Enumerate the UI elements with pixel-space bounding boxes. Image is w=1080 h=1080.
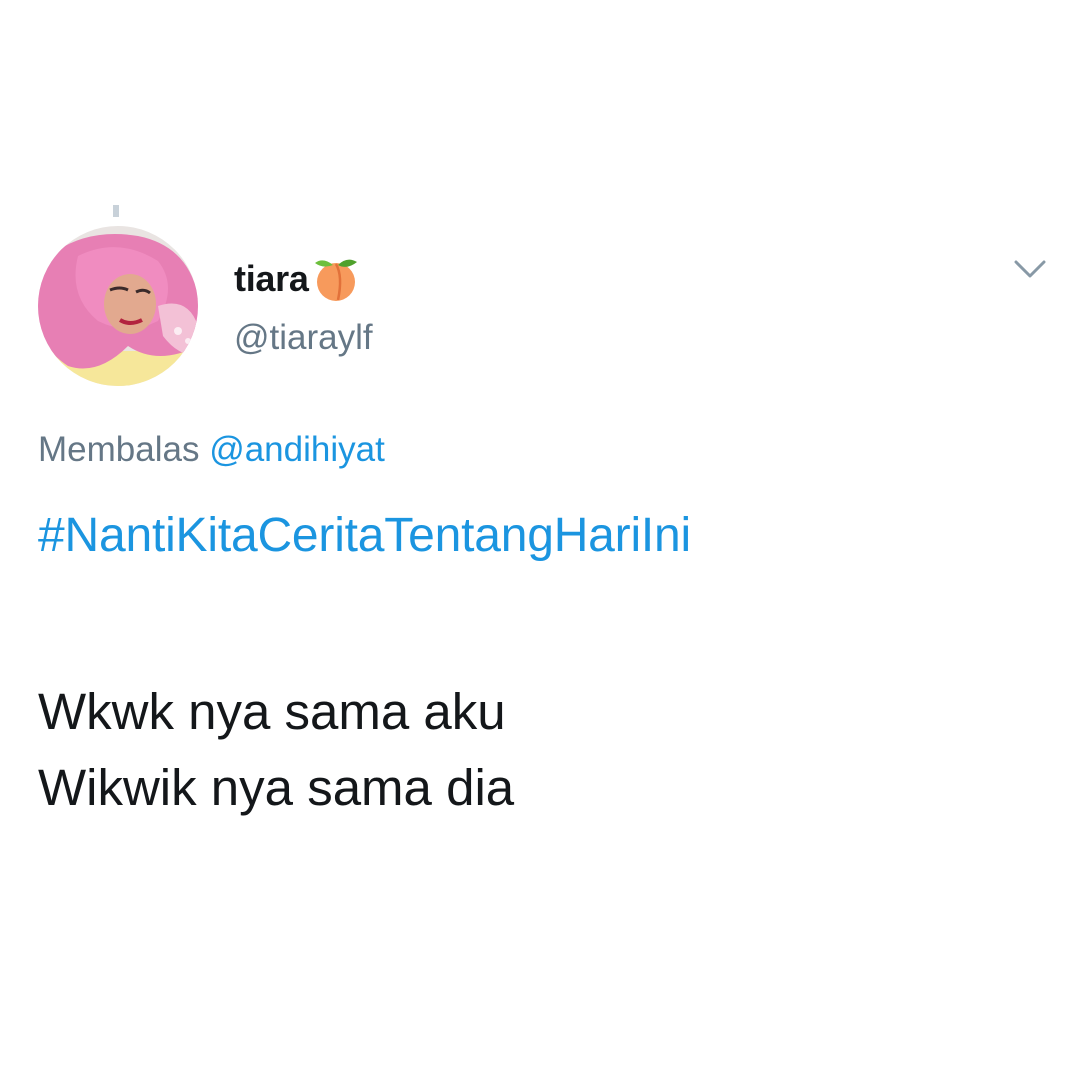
avatar[interactable] xyxy=(38,226,198,386)
chevron-down-icon[interactable] xyxy=(1012,254,1048,284)
tweet-text-line: Wkwk nya sama aku xyxy=(38,683,506,740)
tweet-text-line: Wikwik nya sama dia xyxy=(38,759,515,816)
hashtag-link[interactable]: #NantiKitaCeritaTentangHariIni xyxy=(38,508,691,563)
reply-context: Membalas @andihiyat xyxy=(38,430,385,470)
author-handle[interactable]: @tiaraylf xyxy=(234,318,373,358)
reply-mention-link[interactable]: @andihiyat xyxy=(209,430,385,469)
peach-icon xyxy=(311,254,361,304)
display-name[interactable]: tiara xyxy=(234,258,309,300)
avatar-photo xyxy=(38,226,198,386)
thread-connector-line xyxy=(113,205,119,217)
author-name-row[interactable]: tiara xyxy=(234,252,361,306)
tweet-text: Wkwk nya sama aku Wikwik nya sama dia xyxy=(38,674,514,826)
reply-prefix: Membalas xyxy=(38,430,200,469)
